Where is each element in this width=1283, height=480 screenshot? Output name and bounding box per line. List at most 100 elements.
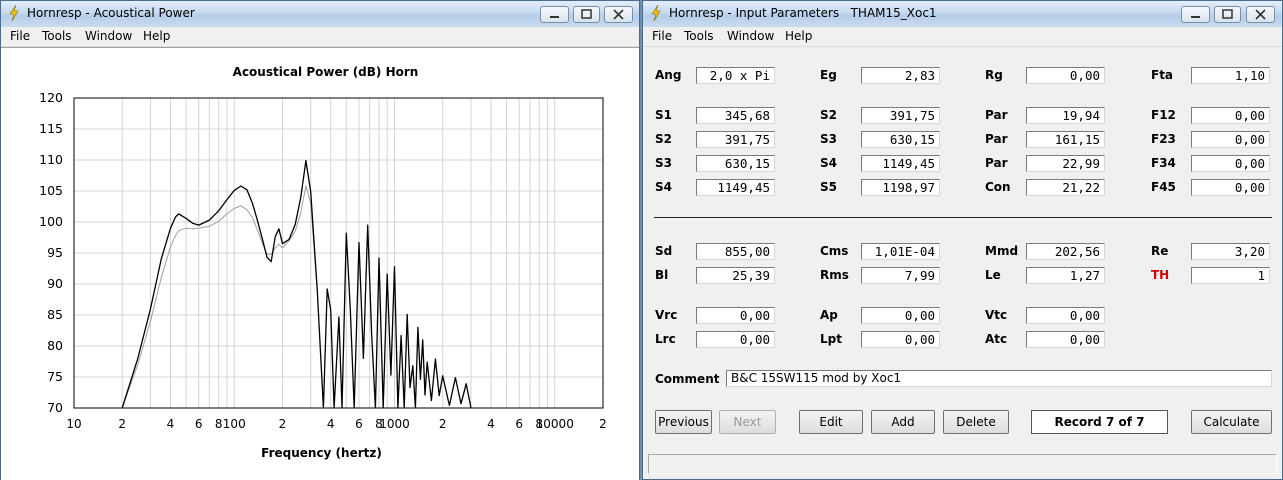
menu-help[interactable]: Help [143, 29, 170, 43]
param-field-5-3[interactable]: 3,20 [1191, 243, 1270, 260]
menu-tools[interactable]: Tools [42, 29, 72, 43]
maximize-icon [581, 9, 592, 19]
param-field-6-2[interactable]: 1,27 [1026, 267, 1105, 284]
param-field-5-0[interactable]: 855,00 [696, 243, 775, 260]
param-field-1-2[interactable]: 19,94 [1026, 107, 1105, 124]
param-field-2-0[interactable]: 391,75 [696, 131, 775, 148]
param-field-8-2[interactable]: 0,00 [1026, 331, 1105, 348]
close-icon [1255, 9, 1266, 20]
param-field-7-1[interactable]: 0,00 [861, 307, 940, 324]
param-field-3-0[interactable]: 630,15 [696, 155, 775, 172]
y-tick-label: 120 [39, 90, 63, 105]
param-field-1-0[interactable]: 345,68 [696, 107, 775, 124]
param-field-0-2[interactable]: 0,00 [1026, 67, 1105, 84]
param-field-5-1[interactable]: 1,01E-04 [861, 243, 940, 260]
delete-button[interactable]: Delete [943, 410, 1009, 434]
param-field-0-0[interactable]: 2,0 x Pi [696, 67, 775, 84]
y-tick-label: 90 [47, 276, 63, 291]
minimize-icon [1191, 16, 1200, 18]
menu-file[interactable]: File [10, 29, 30, 43]
param-field-2-3[interactable]: 0,00 [1191, 131, 1270, 148]
param-field-8-1[interactable]: 0,00 [861, 331, 940, 348]
left-titlebar[interactable]: Hornresp - Acoustical Power [1, 1, 639, 28]
param-label-8-2: Atc [985, 332, 1008, 346]
param-label-2-1: S3 [820, 132, 837, 146]
param-label-5-2: Mmd [985, 244, 1019, 258]
param-label-8-1: Lpt [820, 332, 842, 346]
x-tick-label: 6 [355, 417, 363, 431]
param-field-5-2[interactable]: 202,56 [1026, 243, 1105, 260]
param-field-0-1[interactable]: 2,83 [861, 67, 940, 84]
minimize-icon [550, 16, 559, 18]
param-field-1-3[interactable]: 0,00 [1191, 107, 1270, 124]
menu-tools[interactable]: Tools [684, 29, 714, 43]
comment-field[interactable]: B&C 15SW115 mod by Xoc1 [726, 370, 1272, 387]
maximize-button[interactable] [1214, 6, 1241, 23]
param-label-4-1: S5 [820, 180, 837, 194]
x-tick-label: 6 [195, 417, 203, 431]
close-icon [613, 9, 624, 20]
param-field-3-1[interactable]: 1149,45 [861, 155, 940, 172]
param-field-8-0[interactable]: 0,00 [696, 331, 775, 348]
param-label-2-2: Par [985, 132, 1008, 146]
x-tick-label: 100 [223, 417, 246, 431]
close-button[interactable] [1246, 6, 1275, 23]
previous-button[interactable]: Previous [655, 410, 712, 434]
y-tick-label: 100 [39, 214, 63, 229]
param-label-6-3: TH [1151, 268, 1170, 282]
param-field-0-3[interactable]: 1,10 [1191, 67, 1270, 84]
minimize-button[interactable] [540, 6, 569, 23]
param-label-6-2: Le [985, 268, 1001, 282]
param-label-6-0: Bl [655, 268, 669, 282]
param-field-6-3[interactable]: 1 [1191, 267, 1270, 284]
acoustical-power-chart: 10 2 4 6 8 100 2 4 6 81000 2 4 6 810000 21201151101051… [39, 65, 607, 460]
maximize-button[interactable] [573, 6, 600, 23]
param-field-1-1[interactable]: 391,75 [861, 107, 940, 124]
param-label-3-3: F34 [1151, 156, 1176, 170]
param-field-3-2[interactable]: 22,99 [1026, 155, 1105, 172]
close-button[interactable] [604, 6, 633, 23]
left-window-title: Hornresp - Acoustical Power [27, 6, 195, 20]
add-button[interactable]: Add [871, 410, 935, 434]
y-tick-label: 110 [39, 152, 63, 167]
left-menubar: File Tools Window Help [1, 27, 639, 47]
param-label-7-2: Vtc [985, 308, 1008, 322]
param-label-0-3: Fta [1151, 68, 1174, 82]
param-label-7-1: Ap [820, 308, 838, 322]
x-tick-label: 8 [215, 417, 223, 431]
next-button[interactable]: Next [719, 410, 776, 434]
param-label-2-3: F23 [1151, 132, 1176, 146]
x-tick-label: 10 [66, 417, 81, 431]
param-label-0-1: Eg [820, 68, 837, 82]
param-field-4-3[interactable]: 0,00 [1191, 179, 1270, 196]
param-label-1-2: Par [985, 108, 1008, 122]
status-bar [648, 454, 1277, 474]
x-tick-label: 2 [599, 417, 607, 431]
edit-button[interactable]: Edit [799, 410, 863, 434]
y-tick-label: 70 [47, 400, 63, 415]
hornresp-lightning-icon [9, 5, 19, 21]
param-field-7-0[interactable]: 0,00 [696, 307, 775, 324]
param-field-3-3[interactable]: 0,00 [1191, 155, 1270, 172]
menu-window[interactable]: Window [85, 29, 132, 43]
menu-window[interactable]: Window [727, 29, 774, 43]
param-field-2-1[interactable]: 630,15 [861, 131, 940, 148]
right-titlebar[interactable]: Hornresp - Input Parameters THAM15_Xoc1 [643, 1, 1282, 28]
menu-file[interactable]: File [652, 29, 672, 43]
minimize-button[interactable] [1181, 6, 1210, 23]
x-tick-label: 2 [439, 417, 447, 431]
param-field-4-2[interactable]: 21,22 [1026, 179, 1105, 196]
param-field-2-2[interactable]: 161,15 [1026, 131, 1105, 148]
comment-label: Comment [655, 372, 720, 386]
menu-help[interactable]: Help [785, 29, 812, 43]
y-tick-label: 75 [47, 369, 63, 384]
param-field-4-1[interactable]: 1198,97 [861, 179, 940, 196]
param-field-4-0[interactable]: 1149,45 [696, 179, 775, 196]
param-field-7-2[interactable]: 0,00 [1026, 307, 1105, 324]
param-field-6-1[interactable]: 7,99 [861, 267, 940, 284]
separator-line [654, 217, 1272, 218]
calculate-button[interactable]: Calculate [1191, 410, 1272, 434]
x-tick-label: 4 [327, 417, 335, 431]
param-field-6-0[interactable]: 25,39 [696, 267, 775, 284]
hornresp-lightning-icon [651, 5, 661, 21]
